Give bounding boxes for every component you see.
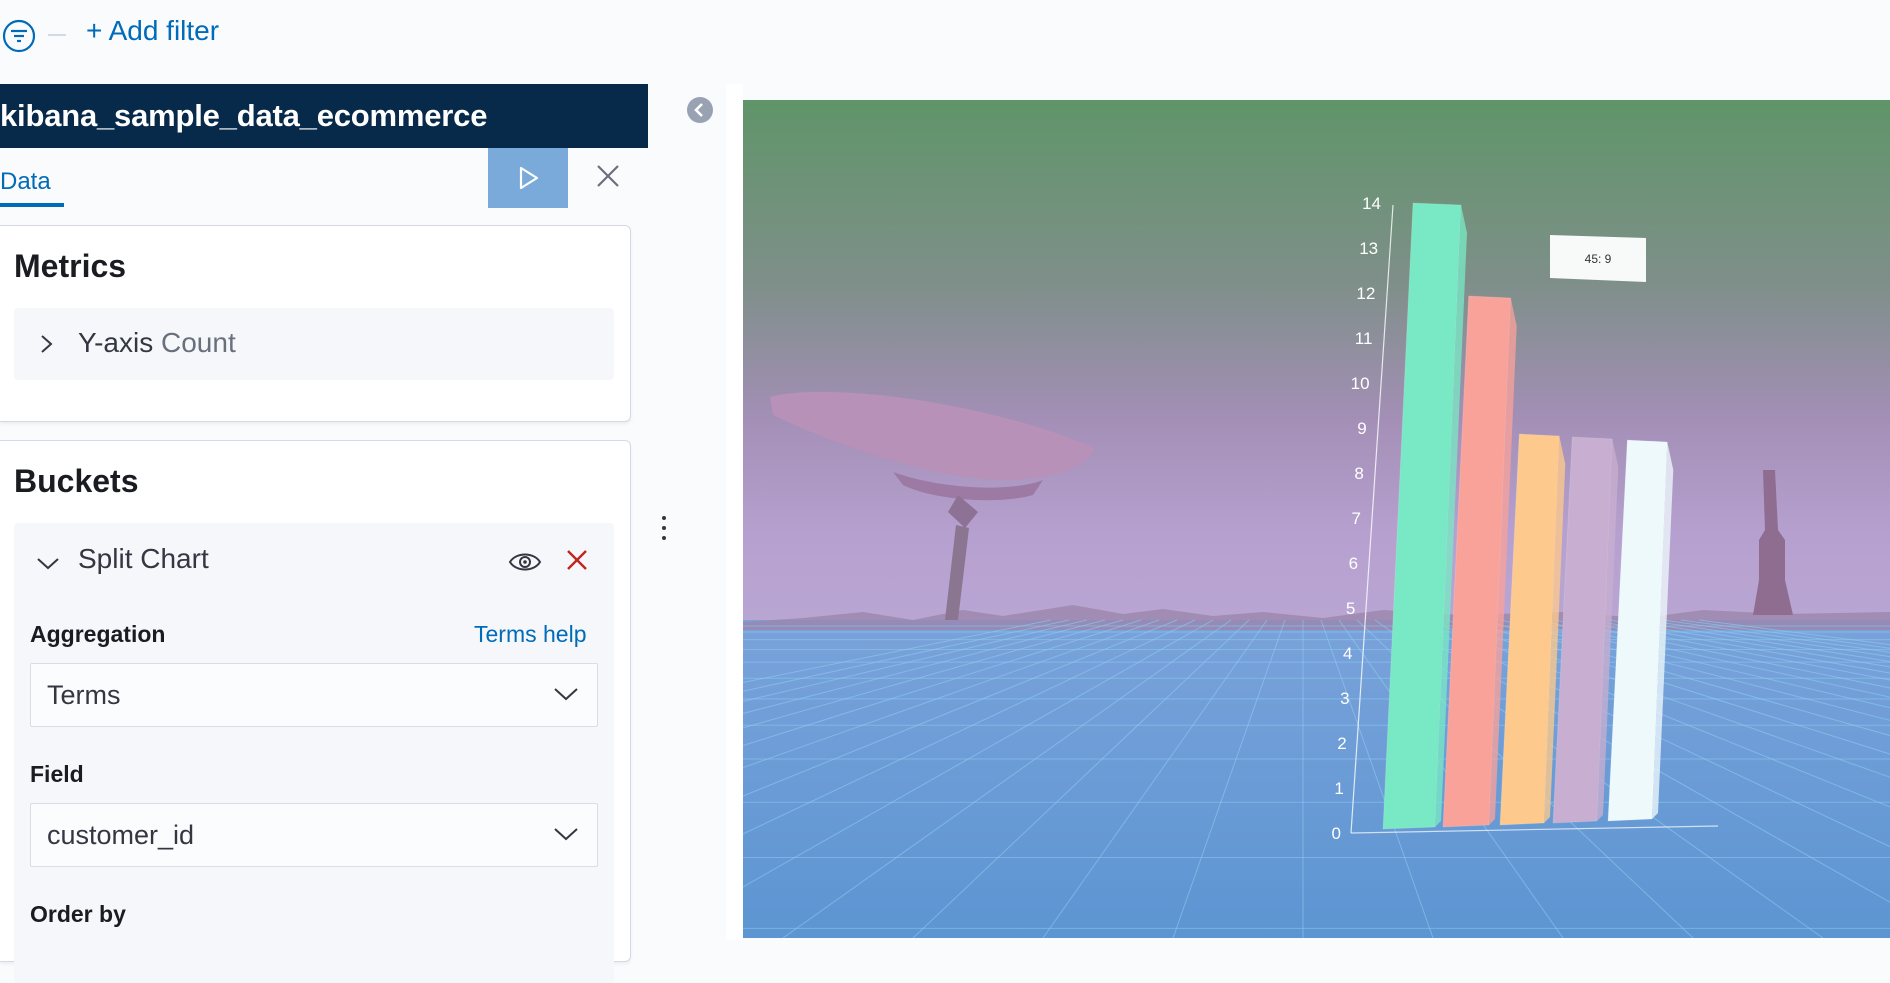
field-value: customer_id bbox=[47, 820, 195, 850]
value-tooltip: 45: 9 bbox=[1550, 235, 1646, 282]
tab-data[interactable]: Data bbox=[0, 168, 51, 196]
ground bbox=[743, 620, 1890, 938]
metrics-panel: Metrics Y-axis Count bbox=[0, 225, 631, 422]
y-tick-label: 7 bbox=[1352, 509, 1361, 528]
close-icon[interactable] bbox=[592, 160, 624, 192]
chevron-down-icon bbox=[554, 828, 578, 841]
index-pattern-title: kibana_sample_data_ecommerce bbox=[0, 98, 488, 133]
sky bbox=[743, 100, 1890, 630]
buckets-panel: Buckets Split Chart Aggregation Terms he… bbox=[0, 440, 631, 983]
visualization-viewport[interactable]: 0 1 2 3 4 5 6 7 8 9 10 11 12 13 14 45: 9 bbox=[743, 100, 1890, 938]
collapse-sidebar-icon[interactable] bbox=[686, 96, 714, 124]
field-select[interactable]: customer_id bbox=[30, 803, 598, 867]
filter-separator bbox=[48, 34, 66, 36]
y-tick-label: 9 bbox=[1357, 419, 1366, 438]
chevron-down-icon bbox=[554, 688, 578, 701]
field-label: Field bbox=[30, 761, 84, 787]
tab-data-underline bbox=[0, 203, 64, 207]
editor-gutter bbox=[726, 84, 743, 940]
filter-bar: + Add filter bbox=[0, 0, 1890, 68]
bucket-split-chart: Split Chart Aggregation Terms help Terms… bbox=[14, 523, 614, 983]
y-tick-label: 3 bbox=[1340, 689, 1349, 708]
metrics-title: Metrics bbox=[14, 248, 127, 284]
apply-changes-button[interactable] bbox=[488, 148, 568, 208]
3d-scene[interactable]: 01234567891011121314 45: 9 bbox=[743, 100, 1890, 938]
aggregation-label: Aggregation bbox=[30, 621, 166, 647]
y-tick-label: 2 bbox=[1337, 734, 1346, 753]
tooltip-text: 45: 9 bbox=[1585, 252, 1612, 266]
y-tick-label: 5 bbox=[1346, 599, 1355, 618]
metric-axis: Y-axis bbox=[78, 327, 154, 358]
metric-agg: Count bbox=[161, 327, 236, 358]
y-tick-label: 6 bbox=[1349, 554, 1358, 573]
y-tick-label: 1 bbox=[1334, 779, 1343, 798]
y-tick-label: 10 bbox=[1351, 374, 1370, 393]
resize-handle-icon[interactable] bbox=[656, 510, 672, 546]
index-pattern-header: kibana_sample_data_ecommerce bbox=[0, 84, 648, 148]
remove-icon[interactable] bbox=[562, 545, 592, 575]
y-tick-label: 8 bbox=[1354, 464, 1363, 483]
play-icon bbox=[519, 166, 539, 190]
y-tick-label: 0 bbox=[1332, 824, 1341, 843]
eye-icon[interactable] bbox=[508, 545, 542, 579]
bucket-label[interactable]: Split Chart bbox=[78, 543, 209, 575]
aggregation-select[interactable]: Terms bbox=[30, 663, 598, 727]
chevron-right-icon[interactable] bbox=[36, 334, 56, 354]
add-filter-button[interactable]: + Add filter bbox=[86, 15, 219, 47]
order-by-label: Order by bbox=[30, 901, 126, 927]
filter-icon[interactable] bbox=[2, 19, 36, 53]
chevron-down-icon[interactable] bbox=[36, 553, 60, 573]
y-tick-label: 11 bbox=[1355, 329, 1373, 348]
y-tick-label: 13 bbox=[1359, 239, 1378, 258]
metric-label: Y-axis Count bbox=[78, 327, 236, 359]
metric-y-axis-count[interactable]: Y-axis Count bbox=[14, 308, 614, 380]
terms-help-link[interactable]: Terms help bbox=[474, 621, 586, 648]
y-tick-label: 12 bbox=[1356, 284, 1375, 303]
buckets-title: Buckets bbox=[14, 463, 139, 499]
y-tick-label: 4 bbox=[1343, 644, 1352, 663]
y-tick-label: 14 bbox=[1362, 194, 1381, 213]
aggregation-value: Terms bbox=[47, 680, 121, 710]
